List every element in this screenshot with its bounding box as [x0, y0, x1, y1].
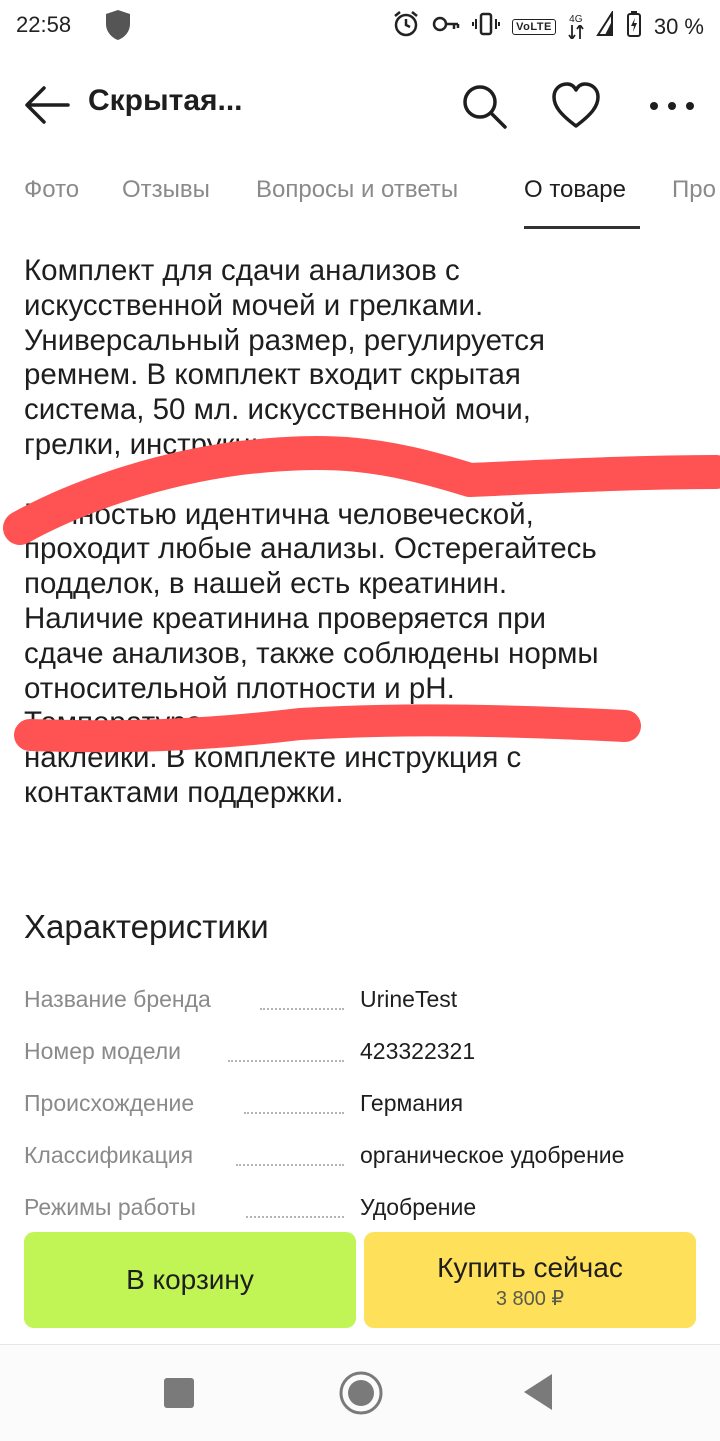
- battery-icon: [626, 10, 642, 44]
- description-line: Наличие креатинина проверяется при: [24, 601, 546, 635]
- description-line: система, 50 мл. искусственной мочи,: [24, 393, 531, 427]
- spec-row: Режимы работы Удобрение: [24, 1194, 704, 1234]
- description-line: Температура: [24, 706, 203, 740]
- spec-dots: [246, 1214, 344, 1218]
- recents-icon[interactable]: [164, 1378, 194, 1408]
- status-time: 22:58: [16, 12, 72, 37]
- system-nav-bar: [0, 1344, 720, 1441]
- description-line: контактами поддержки.: [24, 775, 344, 809]
- cell-signal-icon: [596, 9, 614, 43]
- spec-dots: [244, 1110, 344, 1114]
- description-line: проходит любые анализы. Остерегайтесь: [24, 532, 597, 566]
- spec-dots: [260, 1006, 344, 1010]
- spec-row: Происхождение Германия: [24, 1090, 704, 1130]
- spec-row: Классификация органическое удобрение: [24, 1142, 704, 1182]
- buy-now-label: Купить сейчас: [437, 1252, 623, 1283]
- spec-label: Классификация: [24, 1142, 194, 1168]
- network-gen: 4G: [569, 14, 583, 25]
- more-icon[interactable]: [644, 78, 700, 134]
- tab-about-product[interactable]: О товаре: [524, 176, 626, 204]
- vibrate-icon: [472, 11, 501, 43]
- search-icon[interactable]: [456, 78, 512, 134]
- back-arrow-icon[interactable]: [22, 82, 72, 128]
- tab-reviews[interactable]: Отзывы: [122, 176, 210, 204]
- spec-label: Режимы работы: [24, 1194, 196, 1220]
- spec-label: Происхождение: [24, 1090, 195, 1116]
- description-line: Универсальный размер, регулируется: [24, 323, 545, 357]
- description-line: наклейки. В комплекте инструкция с: [24, 741, 522, 775]
- product-description: Комплект для сдачи анализов с искусствен…: [24, 254, 704, 811]
- back-icon[interactable]: [520, 1372, 556, 1412]
- buy-now-button[interactable]: Купить сейчас 3 800 ₽: [364, 1232, 696, 1328]
- spec-value: 423322321: [360, 1038, 476, 1064]
- spec-value: органическое удобрение: [360, 1142, 625, 1168]
- spec-label: Название бренда: [24, 986, 211, 1012]
- description-line: ремнем. В комплект входит скрытая: [24, 358, 521, 392]
- spec-dots: [236, 1162, 344, 1166]
- description-line: подделок, в нашей есть креатинин.: [24, 567, 508, 601]
- description-line: Полностью идентична человеческой,: [24, 497, 534, 531]
- alarm-icon: [392, 10, 420, 44]
- volte-badge: VoLTE: [512, 19, 556, 35]
- description-line: искусственной мочей и грелками.: [24, 288, 484, 322]
- active-tab-indicator: [524, 226, 640, 229]
- battery-percent: 30 %: [653, 14, 704, 39]
- page-title: Скрытая...: [88, 84, 243, 117]
- home-icon[interactable]: [337, 1369, 385, 1417]
- description-line: относительной плотности и pH.: [24, 671, 455, 705]
- status-bar: 22:58 VoLTE 4G 30 %: [0, 0, 720, 52]
- description-line: сдаче анализов, также соблюдены нормы: [24, 636, 599, 670]
- description-paragraph-2: Полностью идентична человеческой, проход…: [24, 498, 704, 811]
- status-icons: VoLTE 4G 30 %: [392, 9, 704, 44]
- app-bar: Скрытая...: [0, 60, 720, 150]
- shield-icon: [104, 8, 132, 48]
- spec-value: Удобрение: [360, 1194, 477, 1220]
- signal-icon: 4G: [568, 15, 584, 39]
- description-paragraph-1: Комплект для сдачи анализов с искусствен…: [24, 254, 704, 463]
- spec-dots: [228, 1058, 344, 1062]
- tab-questions[interactable]: Вопросы и ответы: [256, 176, 458, 204]
- buy-now-price: 3 800 ₽: [495, 1288, 565, 1310]
- tab-bar: Фото Отзывы Вопросы и ответы О товаре Пр…: [0, 160, 720, 232]
- spec-label: Номер модели: [24, 1038, 182, 1064]
- spec-row: Номер модели 423322321: [24, 1038, 704, 1078]
- characteristics-title: Характеристики: [24, 908, 269, 945]
- description-line: грелки, инструкция: [24, 427, 284, 461]
- heart-icon[interactable]: [548, 78, 604, 134]
- spec-row: Название бренда UrineTest: [24, 986, 704, 1026]
- spec-value: UrineTest: [360, 986, 458, 1012]
- tab-more[interactable]: Про: [672, 176, 716, 204]
- tab-photo[interactable]: Фото: [24, 176, 79, 204]
- description-line: Комплект для сдачи анализов с: [24, 254, 460, 287]
- add-to-cart-button[interactable]: В корзину: [24, 1232, 356, 1328]
- spec-value: Германия: [360, 1090, 464, 1116]
- key-icon: [432, 14, 460, 40]
